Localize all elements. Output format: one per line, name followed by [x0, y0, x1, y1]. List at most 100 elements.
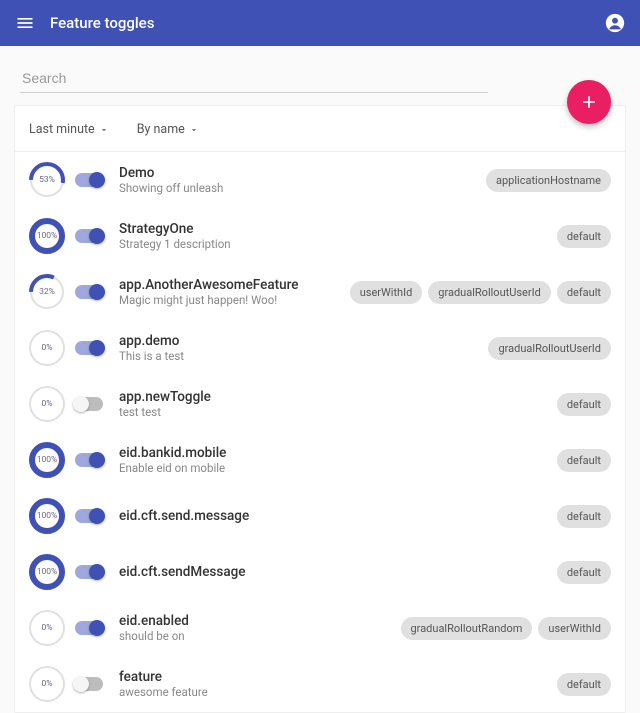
feature-desc: Strategy 1 description: [119, 237, 231, 251]
enable-toggle[interactable]: [75, 285, 103, 299]
strategy-chips: default: [557, 449, 611, 472]
feature-name: app.AnotherAwesomeFeature: [119, 277, 298, 293]
metric-ring: 32%: [29, 274, 65, 310]
feature-text: app.newToggle test test: [119, 389, 211, 419]
metric-ring: 0%: [29, 610, 65, 646]
strategy-chip[interactable]: default: [557, 393, 611, 416]
metric-ring-label: 53%: [29, 162, 65, 198]
metric-ring: 100%: [29, 218, 65, 254]
feature-desc: Magic might just happen! Woo!: [119, 293, 298, 307]
metric-ring: 0%: [29, 386, 65, 422]
feature-text: Demo Showing off unleash: [119, 165, 223, 195]
strategy-chips: gradualRolloutRandomuserWithId: [401, 617, 612, 640]
add-feature-button[interactable]: [567, 80, 611, 124]
time-filter-label: Last minute: [29, 122, 95, 137]
metric-ring-label: 100%: [29, 498, 65, 534]
strategy-chip[interactable]: gradualRolloutUserId: [488, 337, 611, 360]
search-input[interactable]: [20, 64, 488, 93]
metric-ring: 0%: [29, 666, 65, 702]
feature-name: feature: [119, 669, 208, 685]
feature-row[interactable]: 0% app.demo This is a test gradualRollout…: [15, 320, 625, 376]
feature-desc: test test: [119, 405, 211, 419]
feature-name: StrategyOne: [119, 221, 231, 237]
enable-toggle[interactable]: [75, 229, 103, 243]
enable-toggle[interactable]: [75, 173, 103, 187]
feature-text: app.AnotherAwesomeFeature Magic might ju…: [119, 277, 298, 307]
enable-toggle[interactable]: [75, 453, 103, 467]
metric-ring: 0%: [29, 330, 65, 366]
strategy-chip[interactable]: gradualRolloutUserId: [428, 281, 551, 304]
metric-ring-label: 100%: [29, 218, 65, 254]
strategy-chips: default: [557, 673, 611, 696]
metric-ring-label: 100%: [29, 442, 65, 478]
enable-toggle[interactable]: [75, 621, 103, 635]
feature-row[interactable]: 100% eid.cft.send.message default: [15, 488, 625, 544]
feature-name: app.demo: [119, 333, 184, 349]
appbar: Feature toggles: [0, 0, 640, 46]
hamburger-icon[interactable]: [14, 12, 36, 34]
feature-list: 53% Demo Showing off unleash applicationH…: [15, 152, 625, 712]
strategy-chips: userWithIdgradualRolloutUserId default: [350, 281, 611, 304]
strategy-chips: gradualRolloutUserId: [488, 337, 611, 360]
feature-name: Demo: [119, 165, 223, 181]
sort-filter-label: By name: [137, 122, 185, 137]
metric-ring: 100%: [29, 498, 65, 534]
feature-card: Last minute By name 53% Demo Showing off…: [14, 105, 626, 713]
feature-name: app.newToggle: [119, 389, 211, 405]
strategy-chips: default: [557, 225, 611, 248]
feature-row[interactable]: 100% eid.cft.sendMessage default: [15, 544, 625, 600]
feature-desc: should be on: [119, 629, 189, 643]
enable-toggle[interactable]: [75, 565, 103, 579]
strategy-chips: default: [557, 561, 611, 584]
strategy-chips: default: [557, 393, 611, 416]
strategy-chips: applicationHostname: [486, 169, 611, 192]
feature-row[interactable]: 0% feature awesome feature default: [15, 656, 625, 712]
appbar-title: Feature toggles: [50, 14, 154, 32]
metric-ring-label: 100%: [29, 554, 65, 590]
strategy-chip[interactable]: default: [557, 281, 611, 304]
feature-text: eid.cft.send.message: [119, 508, 249, 524]
strategy-chip[interactable]: applicationHostname: [486, 169, 611, 192]
metric-ring-label: 0%: [29, 610, 65, 646]
feature-text: eid.enabled should be on: [119, 613, 189, 643]
strategy-chips: default: [557, 505, 611, 528]
strategy-chip[interactable]: userWithId: [538, 617, 611, 640]
strategy-chip[interactable]: default: [557, 673, 611, 696]
enable-toggle[interactable]: [75, 677, 103, 691]
strategy-chip[interactable]: default: [557, 505, 611, 528]
metric-ring: 53%: [29, 162, 65, 198]
chevron-down-icon: [99, 125, 109, 135]
feature-row[interactable]: 32% app.AnotherAwesomeFeature Magic migh…: [15, 264, 625, 320]
metric-ring-label: 0%: [29, 330, 65, 366]
account-icon[interactable]: [604, 12, 626, 34]
feature-text: eid.bankid.mobile Enable eid on mobile: [119, 445, 226, 475]
feature-row[interactable]: 100% StrategyOne Strategy 1 description d…: [15, 208, 625, 264]
metric-ring: 100%: [29, 554, 65, 590]
metric-ring: 100%: [29, 442, 65, 478]
metric-ring-label: 32%: [29, 274, 65, 310]
feature-row[interactable]: 0% app.newToggle test test default: [15, 376, 625, 432]
feature-name: eid.bankid.mobile: [119, 445, 226, 461]
strategy-chip[interactable]: gradualRolloutRandom: [401, 617, 533, 640]
strategy-chip[interactable]: default: [557, 449, 611, 472]
feature-row[interactable]: 53% Demo Showing off unleash applicationH…: [15, 152, 625, 208]
sort-filter[interactable]: By name: [137, 122, 199, 137]
feature-name: eid.cft.send.message: [119, 508, 249, 524]
metric-ring-label: 0%: [29, 666, 65, 702]
metric-ring-label: 0%: [29, 386, 65, 422]
enable-toggle[interactable]: [75, 397, 103, 411]
feature-desc: Enable eid on mobile: [119, 461, 226, 475]
feature-desc: This is a test: [119, 349, 184, 363]
strategy-chip[interactable]: default: [557, 225, 611, 248]
feature-text: StrategyOne Strategy 1 description: [119, 221, 231, 251]
time-filter[interactable]: Last minute: [29, 122, 109, 137]
feature-desc: Showing off unleash: [119, 181, 223, 195]
search-wrap: [6, 46, 634, 105]
feature-desc: awesome feature: [119, 685, 208, 699]
feature-text: app.demo This is a test: [119, 333, 184, 363]
feature-row[interactable]: 100% eid.bankid.mobile Enable eid on mob…: [15, 432, 625, 488]
strategy-chip[interactable]: default: [557, 561, 611, 584]
enable-toggle[interactable]: [75, 341, 103, 355]
strategy-chip[interactable]: userWithId: [350, 281, 423, 304]
enable-toggle[interactable]: [75, 509, 103, 523]
